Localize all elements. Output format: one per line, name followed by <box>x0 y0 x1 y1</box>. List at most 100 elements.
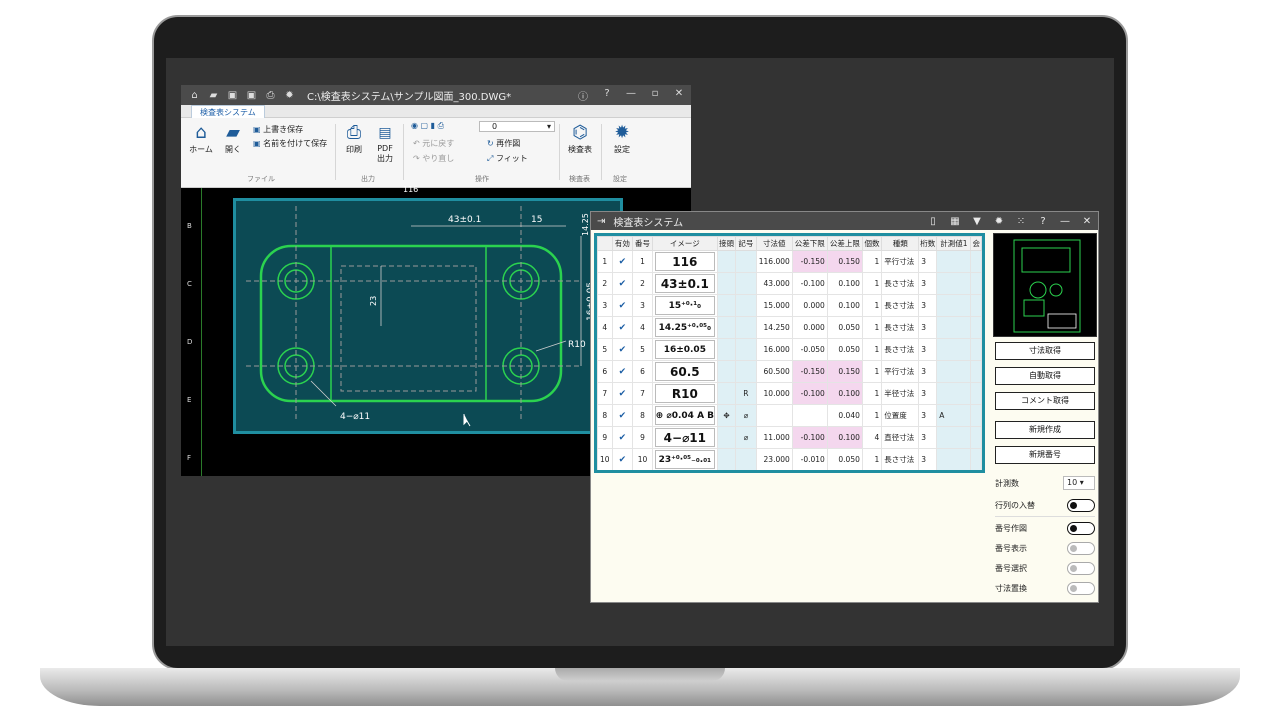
home-icon[interactable]: ⌂ <box>187 90 202 101</box>
symbol-cell[interactable]: ⌀ <box>735 426 757 449</box>
number-cell[interactable]: 4 <box>632 316 653 339</box>
enabled-checkbox[interactable]: ✔ <box>611 426 634 449</box>
home-button[interactable]: ⌂ ホーム <box>187 122 215 155</box>
redo-button[interactable]: ↷ やり直し <box>413 153 454 164</box>
kind-cell[interactable]: 平行寸法 <box>881 250 920 273</box>
lower-tol-cell[interactable]: -0.050 <box>791 338 828 361</box>
lower-tol-cell[interactable]: -0.010 <box>791 448 828 470</box>
lower-tol-cell[interactable]: 0.000 <box>791 316 828 339</box>
value-cell[interactable]: 14.250 <box>755 316 793 339</box>
enabled-checkbox[interactable]: ✔ <box>611 316 634 339</box>
image-cell[interactable]: 4−⌀11 <box>651 426 719 449</box>
measure1-cell[interactable] <box>936 360 972 383</box>
kind-cell[interactable]: 長さ寸法 <box>881 338 920 361</box>
row-index[interactable]: 3 <box>597 294 613 317</box>
gear-icon[interactable]: ✹ <box>988 216 1010 227</box>
symbol-cell[interactable] <box>735 360 757 383</box>
header-upper-tol[interactable]: 公差上限 <box>826 236 863 251</box>
digits-cell[interactable]: 3 <box>918 250 938 273</box>
extra-cell[interactable] <box>970 272 982 295</box>
number-cell[interactable]: 7 <box>632 382 653 405</box>
open-button[interactable]: ▰ 開く <box>221 122 245 155</box>
count-cell[interactable]: 1 <box>861 382 883 405</box>
lower-tol-cell[interactable] <box>791 404 828 427</box>
extra-cell[interactable] <box>970 294 982 317</box>
minimize-button[interactable]: — <box>1054 216 1076 227</box>
symbol-cell[interactable] <box>735 294 757 317</box>
undo-button[interactable]: ↶ 元に戻す <box>413 138 454 149</box>
measure1-cell[interactable] <box>936 448 972 470</box>
help-icon[interactable]: ? <box>1032 216 1054 227</box>
get-dimension-button[interactable]: 寸法取得 <box>995 342 1095 360</box>
extra-cell[interactable] <box>970 404 982 427</box>
measure1-cell[interactable] <box>936 250 972 273</box>
number-cell[interactable]: 8 <box>632 404 653 427</box>
number-show-toggle[interactable] <box>1067 542 1095 555</box>
value-cell[interactable]: 16.000 <box>755 338 793 361</box>
digits-cell[interactable]: 3 <box>918 272 938 295</box>
image-cell[interactable]: 116 <box>651 250 719 273</box>
value-cell[interactable]: 23.000 <box>755 448 793 470</box>
maximize-button[interactable]: ▫ <box>643 88 667 103</box>
header-prefix[interactable]: 接頭 <box>717 236 737 251</box>
table-row[interactable]: 6 ✔ 6 60.5 60.500 -0.150 0.150 1 平行寸法 3 <box>597 360 982 383</box>
image-cell[interactable]: 60.5 <box>651 360 719 383</box>
digits-cell[interactable]: 3 <box>918 338 938 361</box>
digits-cell[interactable]: 3 <box>918 316 938 339</box>
measure1-cell[interactable] <box>936 426 972 449</box>
settings-button[interactable]: ✹ 設定 <box>609 122 635 155</box>
value-cell[interactable] <box>755 404 793 427</box>
enabled-checkbox[interactable]: ✔ <box>611 382 634 405</box>
table-row[interactable]: 7 ✔ 7 R10 R 10.000 -0.100 0.100 1 半径寸法 3 <box>597 382 982 405</box>
info-icon[interactable]: ⓘ <box>571 88 595 103</box>
row-index[interactable]: 10 <box>597 448 613 470</box>
table-row[interactable]: 10 ✔ 10 23⁺⁰·⁰⁵₋₀.₀₁ 23.000 -0.010 0.050 1 長さ寸法 3 <box>597 448 982 470</box>
gear-icon[interactable]: ✹ <box>282 90 297 101</box>
eye-icon[interactable]: ◉ <box>411 121 418 130</box>
row-index[interactable]: 5 <box>597 338 613 361</box>
count-cell[interactable]: 1 <box>861 448 883 470</box>
upper-tol-cell[interactable]: 0.100 <box>826 294 863 317</box>
lower-tol-cell[interactable]: -0.150 <box>791 360 828 383</box>
check-icon[interactable]: ✔ <box>619 257 627 267</box>
header-symbol[interactable]: 記号 <box>735 236 757 251</box>
measure1-cell[interactable] <box>936 294 972 317</box>
measure1-cell[interactable]: A <box>936 404 972 427</box>
drawing-area[interactable]: 43±0.1 15 14.25 16±0.05 23 R10 4−⌀11 <box>233 198 623 434</box>
row-index[interactable]: 9 <box>597 426 613 449</box>
count-cell[interactable]: 1 <box>861 272 883 295</box>
check-icon[interactable]: ✔ <box>619 323 627 333</box>
extra-cell[interactable] <box>970 382 982 405</box>
overwrite-save-button[interactable]: ▣ 上書き保存 <box>253 124 303 135</box>
symbol-cell[interactable] <box>735 448 757 470</box>
inspection-button[interactable]: ⌬ 検査表 <box>565 122 595 155</box>
enabled-checkbox[interactable]: ✔ <box>611 272 634 295</box>
print-small-icon[interactable]: ⎙ <box>438 121 444 130</box>
header-count[interactable]: 個数 <box>861 236 883 251</box>
symbol-cell[interactable] <box>735 272 757 295</box>
new-number-button[interactable]: 新規番号 <box>995 446 1095 464</box>
grid-icon[interactable]: ▦ <box>944 216 966 227</box>
table-row[interactable]: 4 ✔ 4 14.25⁺⁰·⁰⁵₀ 14.250 0.000 0.050 1 長さ寸法 3 <box>597 316 982 339</box>
number-cell[interactable]: 10 <box>632 448 653 470</box>
minimize-button[interactable]: — <box>619 88 643 103</box>
save-icon[interactable]: ▣ <box>225 90 240 101</box>
image-cell[interactable]: 15⁺⁰·¹₀ <box>651 294 719 317</box>
number-cell[interactable]: 3 <box>632 294 653 317</box>
extra-cell[interactable] <box>970 448 982 470</box>
number-cell[interactable]: 1 <box>632 250 653 273</box>
header-value[interactable]: 寸法値 <box>755 236 793 251</box>
enabled-checkbox[interactable]: ✔ <box>611 294 634 317</box>
check-icon[interactable]: ✔ <box>619 411 627 421</box>
row-index[interactable]: 2 <box>597 272 613 295</box>
count-cell[interactable]: 1 <box>861 316 883 339</box>
upper-tol-cell[interactable]: 0.050 <box>826 338 863 361</box>
pdf-output-button[interactable]: ▤ PDF 出力 <box>373 122 397 164</box>
check-icon[interactable]: ✔ <box>619 389 627 399</box>
symbol-cell[interactable]: ⌀ <box>735 404 757 427</box>
prefix-cell[interactable] <box>717 448 737 470</box>
digits-cell[interactable]: 3 <box>918 448 938 470</box>
upper-tol-cell[interactable]: 0.100 <box>826 382 863 405</box>
value-cell[interactable]: 43.000 <box>755 272 793 295</box>
layout-icon[interactable]: ▯ <box>922 216 944 227</box>
